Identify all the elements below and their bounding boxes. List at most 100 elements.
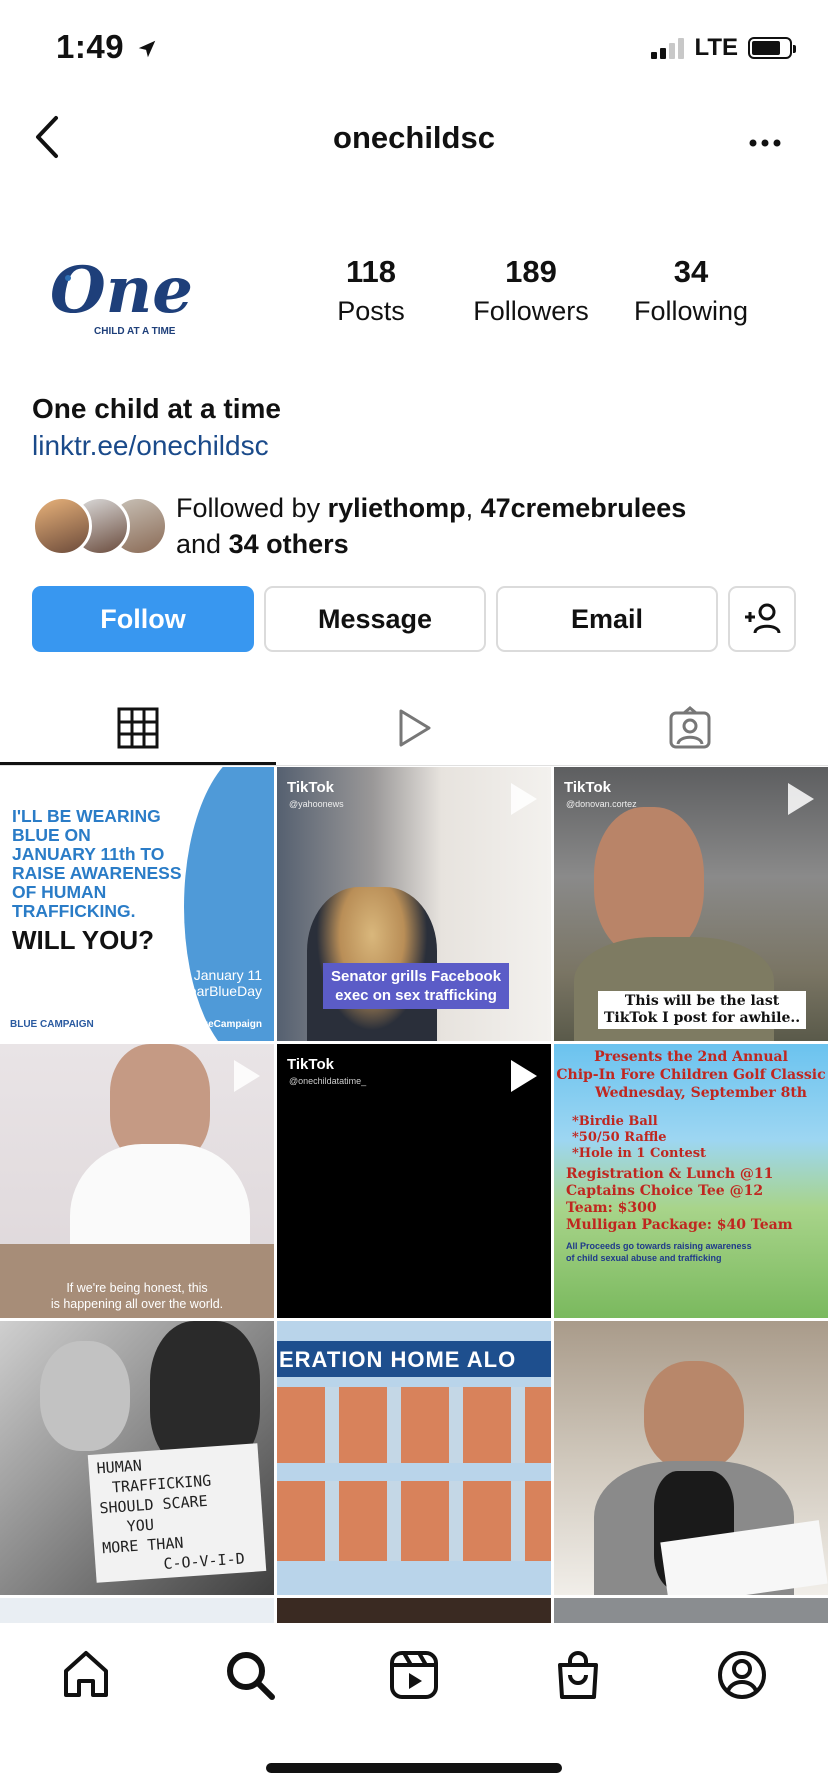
location-arrow-icon	[138, 41, 155, 58]
post-text: TRAFFICKING.	[12, 901, 136, 921]
post-thumbnail[interactable]: Presents the 2nd Annual Chip-In Fore Chi…	[554, 1044, 828, 1318]
post-thumbnail[interactable]	[554, 1321, 828, 1595]
stat-value: 189	[505, 254, 557, 289]
post-text: TikTok I post for awhile..	[604, 1010, 801, 1026]
post-text: This will be the last	[624, 993, 780, 1009]
video-icon	[511, 1060, 537, 1092]
post-text: @onechildatatime_	[289, 1076, 367, 1086]
active-tab-indicator	[0, 762, 276, 765]
status-time: 1:49	[56, 28, 158, 66]
post-text: January 11	[193, 967, 262, 983]
post-text: All Proceeds go towards raising awarenes…	[566, 1241, 752, 1251]
home-icon	[64, 1651, 108, 1697]
message-button[interactable]: Message	[264, 586, 486, 652]
follow-button[interactable]: Follow	[32, 586, 254, 652]
bio-link[interactable]: linktr.ee/onechildsc	[32, 430, 269, 462]
stat-posts[interactable]: 118 Posts	[296, 254, 446, 327]
post-text: *Birdie Ball	[572, 1114, 658, 1129]
post-thumbnail[interactable]: TikTok @donovan.cortez This will be the …	[554, 767, 828, 1041]
post-text: exec on sex trafficking	[335, 987, 497, 1004]
nav-search[interactable]	[220, 1645, 280, 1705]
add-person-icon	[745, 603, 781, 634]
nav-profile[interactable]	[712, 1645, 772, 1705]
nav-shop[interactable]	[548, 1645, 608, 1705]
post-thumbnail[interactable]: HUMAN TRAFFICKING SHOULD SCARE YOU MORE …	[0, 1321, 274, 1595]
followed-by-and: and	[176, 529, 229, 559]
post-text: @yahoonews	[289, 799, 344, 809]
nav-home[interactable]	[56, 1645, 116, 1705]
stat-label: Following	[633, 296, 749, 326]
post-text: BLUE CAMPAIGN	[10, 1019, 94, 1030]
tab-reels[interactable]	[276, 690, 552, 766]
video-icon	[788, 783, 814, 815]
svg-text:CHILD AT A TIME: CHILD AT A TIME	[94, 326, 176, 337]
tiktok-logo: TikTok	[287, 779, 334, 796]
separator: ,	[465, 493, 481, 523]
post-text: *50/50 Raffle	[572, 1130, 667, 1145]
shop-icon	[558, 1651, 598, 1699]
post-text: is happening all over the world.	[50, 1297, 224, 1311]
nav-reels[interactable]	[384, 1645, 444, 1705]
post-text: ERATION HOME ALO	[279, 1347, 517, 1372]
profile-username: onechildsc	[333, 120, 495, 155]
home-indicator[interactable]	[266, 1763, 562, 1773]
video-icon	[511, 783, 537, 815]
play-icon	[399, 709, 431, 747]
post-text: Wednesday, September 8th	[595, 1085, 807, 1101]
stat-value: 34	[673, 254, 709, 289]
stat-followers[interactable]: 189 Followers	[456, 254, 606, 327]
post-text: Registration & Lunch @11	[566, 1166, 774, 1182]
post-text: OF HUMAN	[12, 882, 107, 902]
post-text: @DHSBlueCampaign	[161, 1019, 262, 1030]
post-text: Senator grills Facebook	[331, 968, 502, 985]
post-text: of child sexual abuse and trafficking	[566, 1253, 722, 1263]
tab-tagged[interactable]	[552, 690, 828, 766]
network-label: LTE	[694, 34, 738, 61]
followed-by-user: 47cremebrulees	[480, 493, 687, 523]
post-text: I'LL BE WEARING	[12, 806, 161, 826]
post-text: Mulligan Package: $40 Team	[566, 1217, 793, 1233]
profile-avatar[interactable]: One CHILD AT A TIME	[46, 244, 196, 344]
bio-name: One child at a time	[32, 393, 281, 424]
tab-divider	[0, 765, 828, 766]
post-text: If we're being honest, this	[66, 1281, 208, 1295]
avatar	[32, 496, 92, 556]
post-text: Chip-In Fore Children Golf Classic	[556, 1067, 826, 1083]
logo-text: One	[50, 253, 193, 328]
stat-label: Posts	[337, 296, 405, 326]
post-thumbnail[interactable]: TikTok @yahoonews Senator grills Faceboo…	[277, 767, 551, 1041]
tiktok-logo: TikTok	[287, 1056, 334, 1073]
signal-icon	[651, 37, 685, 59]
followed-by-user: ryliethomp	[327, 493, 466, 523]
email-button[interactable]: Email	[496, 586, 718, 652]
followed-by-text[interactable]: Followed by ryliethomp, 47cremebrulees a…	[176, 490, 686, 562]
post-thumbnail[interactable]: ERATION HOME ALO	[277, 1321, 551, 1595]
stat-following[interactable]: 34 Following	[616, 254, 766, 327]
search-icon	[227, 1652, 275, 1700]
post-text: RAISE AWARENESS	[12, 863, 182, 883]
post-thumbnail[interactable]: I'LL BE WEARING BLUE ON JANUARY 11th TO …	[0, 767, 274, 1041]
post-text: WILL YOU?	[12, 925, 155, 955]
post-text: JANUARY 11th TO	[12, 844, 165, 864]
post-text: @donovan.cortez	[566, 799, 637, 809]
followed-by-others: 34 others	[228, 529, 349, 559]
battery-icon	[748, 37, 796, 59]
more-options-button[interactable]	[748, 122, 782, 156]
tiktok-logo: TikTok	[564, 779, 611, 796]
suggested-users-button[interactable]	[728, 586, 796, 652]
grid-icon	[117, 707, 159, 749]
stat-label: Followers	[473, 296, 589, 326]
post-thumbnail[interactable]: TikTok @onechildatatime_	[277, 1044, 551, 1318]
post-text: Captains Choice Tee @12	[566, 1183, 764, 1199]
post-text: Team: $300	[566, 1200, 657, 1216]
post-text: BLUE ON	[12, 825, 91, 845]
posts-grid: I'LL BE WEARING BLUE ON JANUARY 11th TO …	[0, 767, 828, 1627]
post-thumbnail[interactable]: If we're being honest, this is happening…	[0, 1044, 274, 1318]
post-text: *Hole in 1 Contest	[572, 1146, 707, 1161]
profile-icon	[718, 1651, 766, 1699]
followed-by-prefix: Followed by	[176, 493, 328, 523]
status-indicators: LTE	[651, 34, 796, 62]
tab-grid[interactable]	[0, 690, 276, 766]
mutual-followers-avatars[interactable]	[32, 496, 168, 556]
reels-icon	[390, 1651, 438, 1699]
